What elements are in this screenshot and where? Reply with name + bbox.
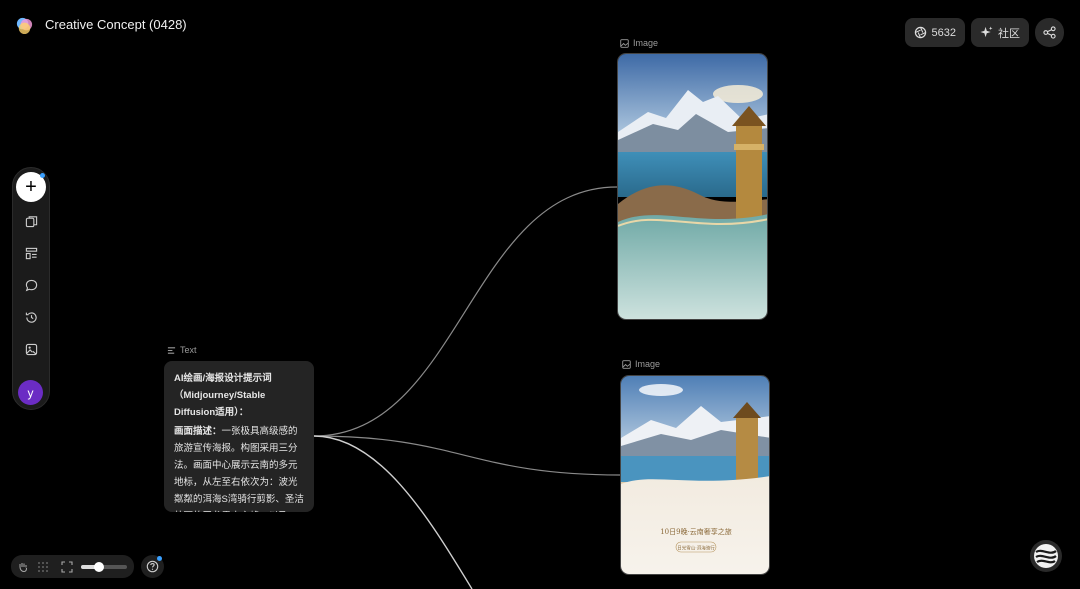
image-icon <box>622 359 631 369</box>
help-icon <box>146 560 159 573</box>
image-node-2-type: Image <box>635 359 661 369</box>
layout-tool[interactable] <box>20 242 42 264</box>
image-edit-tool[interactable] <box>20 338 42 360</box>
image-node-1-type: Image <box>633 38 659 48</box>
aperture-icon <box>914 26 926 39</box>
prompt-title: AI绘画/海报设计提示词（Midjourney/Stable Diffusion… <box>174 373 272 418</box>
prompt-description: 画面描述：一张极具高级感的旅游宣传海报。构图采用三分法。画面中心展示云南的多元地… <box>174 423 304 512</box>
text-node-label: Text <box>167 345 197 355</box>
share-button[interactable] <box>1035 18 1064 47</box>
zoom-slider-handle[interactable] <box>94 561 104 572</box>
poster-subtitle: 日光雪山·洱海骑行 <box>677 545 715 552</box>
community-button[interactable]: 社区 <box>971 18 1029 47</box>
image-node-2[interactable]: 10日9晚·云南奢享之旅 日光雪山·洱海骑行 <box>620 375 770 575</box>
sparkle-icon <box>980 26 993 38</box>
poster-image-1 <box>618 54 767 319</box>
fit-screen-icon[interactable] <box>61 560 73 573</box>
hand-icon[interactable] <box>17 561 29 573</box>
left-toolbar: + y <box>12 167 50 410</box>
poster-image-2: 10日9晚·云南奢享之旅 日光雪山·洱海骑行 <box>621 376 769 574</box>
image-edit-icon <box>25 343 37 355</box>
plus-icon: + <box>25 176 37 198</box>
connection-lines <box>313 186 621 589</box>
prompt-desc-label: 画面描述： <box>174 426 222 437</box>
help-button[interactable] <box>141 555 164 578</box>
text-lines-icon <box>167 346 176 354</box>
zoom-slider[interactable] <box>81 561 127 572</box>
credits-button[interactable]: 5632 <box>904 18 965 47</box>
help-notification-dot <box>157 556 162 561</box>
poster-title: 10日9晚·云南奢享之旅 <box>660 527 732 536</box>
community-label: 社区 <box>998 27 1020 40</box>
credits-count: 5632 <box>931 26 956 39</box>
history-icon <box>25 311 37 323</box>
page-title: Creative Concept (0428) <box>45 17 187 32</box>
history-tool[interactable] <box>20 306 42 328</box>
assistant-button[interactable] <box>1030 540 1062 572</box>
canvas-controls <box>11 555 134 578</box>
avatar-letter: y <box>27 385 34 400</box>
image-node-2-label: Image <box>622 359 660 369</box>
image-node-1-label: Image <box>620 38 658 48</box>
assets-tool[interactable] <box>20 210 42 232</box>
text-node[interactable]: AI绘画/海报设计提示词（Midjourney/Stable Diffusion… <box>164 361 314 512</box>
chat-tool[interactable] <box>20 274 42 296</box>
image-icon <box>620 38 629 48</box>
prompt-desc-text: 一张极具高级感的旅游宣传海报。构图采用三分法。画面中心展示云南的多元地标，从左至… <box>174 426 304 512</box>
app-logo[interactable] <box>15 16 34 35</box>
share-icon <box>1043 26 1056 39</box>
chat-bubble-icon <box>25 279 37 291</box>
assistant-logo-icon <box>1034 544 1058 568</box>
layout-icon <box>25 247 37 259</box>
top-right-actions: 5632 社区 <box>904 18 1064 47</box>
copy-icon <box>25 215 37 227</box>
text-node-type: Text <box>180 345 197 355</box>
user-avatar[interactable]: y <box>18 380 43 405</box>
grid-icon[interactable] <box>37 561 49 573</box>
notification-dot <box>40 173 45 178</box>
image-node-1[interactable] <box>617 53 768 320</box>
